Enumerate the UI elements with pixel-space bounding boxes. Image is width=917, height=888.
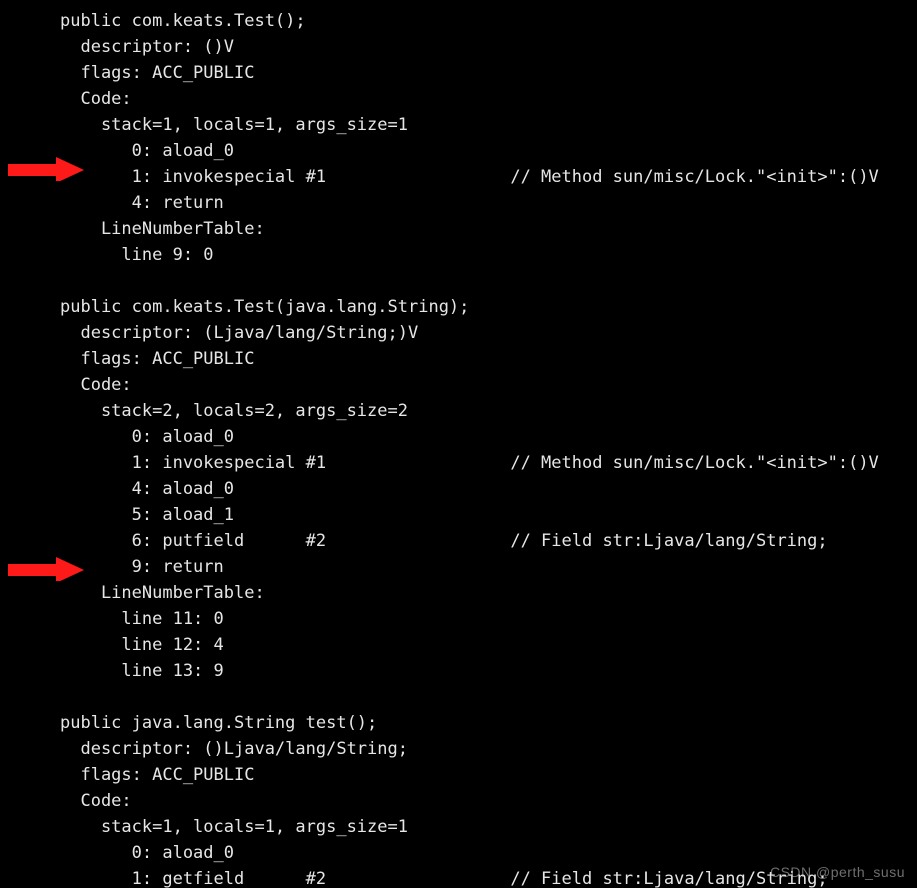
arrow-annotation-2 <box>8 555 78 581</box>
bytecode-frame: public com.keats.Test(); descriptor: ()V… <box>0 0 917 888</box>
code-line: descriptor: ()V <box>60 34 917 60</box>
code-line: line 13: 9 <box>60 658 917 684</box>
code-line: line 12: 4 <box>60 632 917 658</box>
code-line: 5: aload_1 <box>60 502 917 528</box>
code-line: 0: aload_0 <box>60 840 917 866</box>
code-line: 1: getfield #2 // Field str:Ljava/lang/S… <box>60 866 917 888</box>
arrow-right-icon <box>8 155 84 181</box>
code-line: 4: return <box>60 190 917 216</box>
code-line: flags: ACC_PUBLIC <box>60 346 917 372</box>
code-line: public com.keats.Test(); <box>60 8 917 34</box>
code-line: flags: ACC_PUBLIC <box>60 60 917 86</box>
code-line: line 11: 0 <box>60 606 917 632</box>
code-line: LineNumberTable: <box>60 580 917 606</box>
code-line: descriptor: (Ljava/lang/String;)V <box>60 320 917 346</box>
code-line: Code: <box>60 372 917 398</box>
code-line: stack=1, locals=1, args_size=1 <box>60 814 917 840</box>
code-line: 6: putfield #2 // Field str:Ljava/lang/S… <box>60 528 917 554</box>
code-line: 0: aload_0 <box>60 424 917 450</box>
code-line: stack=2, locals=2, args_size=2 <box>60 398 917 424</box>
code-line: public com.keats.Test(java.lang.String); <box>60 294 917 320</box>
arrow-annotation-1 <box>8 155 78 181</box>
bytecode-listing: public com.keats.Test(); descriptor: ()V… <box>60 8 917 888</box>
code-line: stack=1, locals=1, args_size=1 <box>60 112 917 138</box>
code-line: Code: <box>60 788 917 814</box>
code-line: line 9: 0 <box>60 242 917 268</box>
code-line: 4: aload_0 <box>60 476 917 502</box>
code-line: 1: invokespecial #1 // Method sun/misc/L… <box>60 164 917 190</box>
code-line: public java.lang.String test(); <box>60 710 917 736</box>
code-line: flags: ACC_PUBLIC <box>60 762 917 788</box>
arrow-right-icon <box>8 555 84 581</box>
code-line: 1: invokespecial #1 // Method sun/misc/L… <box>60 450 917 476</box>
code-line: Code: <box>60 86 917 112</box>
code-line: 0: aload_0 <box>60 138 917 164</box>
code-line: LineNumberTable: <box>60 216 917 242</box>
code-line: descriptor: ()Ljava/lang/String; <box>60 736 917 762</box>
code-line <box>60 684 917 710</box>
code-line: 9: return <box>60 554 917 580</box>
code-line <box>60 268 917 294</box>
